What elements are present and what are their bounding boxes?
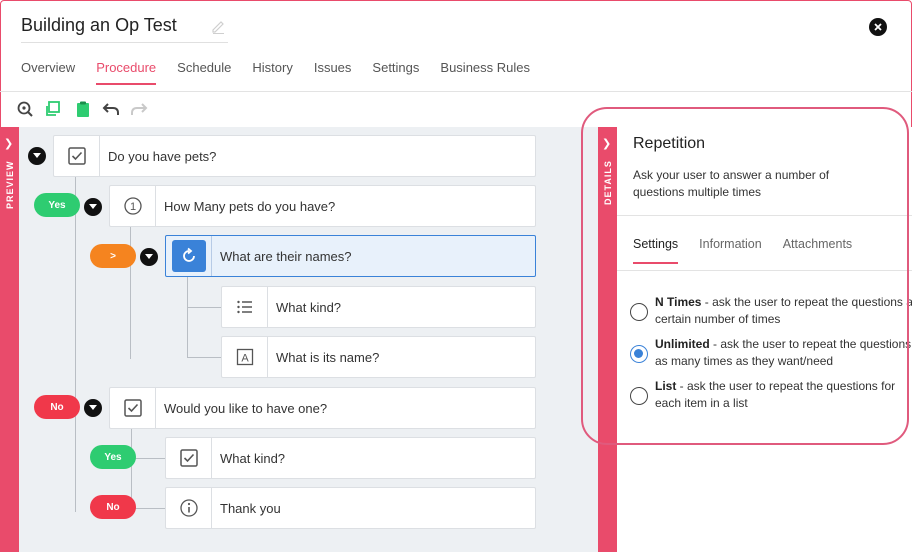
repeat-icon [166, 236, 212, 276]
question-node[interactable]: What kind? [221, 286, 536, 328]
question-label: What kind? [276, 300, 342, 315]
repetition-node[interactable]: What are their names? [165, 235, 536, 277]
details-tabs: Settings Information Attachments [633, 237, 873, 264]
question-label: What are their names? [220, 249, 352, 264]
branch-no-pill[interactable]: No [90, 495, 136, 519]
branch-label: Yes [48, 199, 66, 211]
info-icon [166, 488, 212, 528]
option-name: N Times [655, 295, 702, 309]
tab-history[interactable]: History [252, 60, 292, 85]
option-name: List [655, 379, 677, 393]
number-icon: 1 [110, 186, 156, 226]
collapse-toggle[interactable] [28, 147, 46, 165]
option-description: - ask the user to repeat the questions f… [655, 379, 896, 410]
branch-label: > [110, 250, 116, 262]
collapse-toggle[interactable] [84, 198, 102, 216]
branch-yes-pill[interactable]: Yes [34, 193, 80, 217]
option-name: Unlimited [655, 337, 710, 351]
details-panel: Repetition Ask your user to answer a num… [617, 127, 912, 552]
header: Building an Op Test Overview Procedure S… [0, 0, 912, 92]
question-label: Do you have pets? [108, 149, 217, 164]
page-title[interactable]: Building an Op Test [21, 15, 177, 36]
zoom-reset-icon[interactable] [16, 100, 34, 118]
question-node[interactable]: Would you like to have one? [109, 387, 536, 429]
radio-list[interactable] [630, 387, 648, 405]
tab-details-information[interactable]: Information [699, 237, 762, 264]
question-label: How Many pets do you have? [164, 199, 336, 214]
option-text: N Times - ask the user to repeat the que… [655, 294, 912, 328]
svg-text:A: A [241, 353, 249, 365]
checkbox-icon [54, 136, 100, 176]
main-tabs: Overview Procedure Schedule History Issu… [21, 60, 551, 85]
question-node[interactable]: A What is its name? [221, 336, 536, 378]
question-label: What kind? [220, 451, 286, 466]
divider [617, 215, 912, 216]
tab-overview[interactable]: Overview [21, 60, 75, 85]
tab-procedure[interactable]: Procedure [96, 60, 156, 85]
details-toggle[interactable]: ❯ DETAILS [598, 127, 617, 552]
toolbar [0, 92, 912, 127]
connector-line [187, 277, 188, 358]
connector-line [187, 307, 221, 308]
divider [617, 270, 912, 271]
preview-toggle[interactable]: ❯ PREVIEW [0, 127, 19, 552]
branch-label: No [106, 501, 120, 513]
question-node[interactable]: 1 How Many pets do you have? [109, 185, 536, 227]
tab-settings[interactable]: Settings [372, 60, 419, 85]
preview-label: PREVIEW [5, 160, 15, 209]
connector-line [75, 176, 76, 512]
branch-no-pill[interactable]: No [34, 395, 80, 419]
text-field-icon: A [222, 337, 268, 377]
title-underline [21, 42, 228, 43]
question-label: Would you like to have one? [164, 401, 328, 416]
tab-details-attachments[interactable]: Attachments [783, 237, 852, 264]
branch-next-pill[interactable]: > [90, 244, 136, 268]
option-text: Unlimited - ask the user to repeat the q… [655, 336, 912, 370]
collapse-toggle[interactable] [140, 248, 158, 266]
clipboard-icon[interactable] [74, 100, 92, 118]
branch-label: No [50, 401, 64, 413]
statement-node[interactable]: Thank you [165, 487, 536, 529]
svg-text:1: 1 [129, 201, 135, 213]
radio-n-times[interactable] [630, 303, 648, 321]
undo-icon[interactable] [102, 100, 120, 118]
pencil-icon[interactable] [210, 18, 226, 34]
statement-label: Thank you [220, 501, 281, 516]
checkbox-icon [110, 388, 156, 428]
close-icon [874, 23, 882, 31]
close-button[interactable] [869, 18, 887, 36]
option-text: List - ask the user to repeat the questi… [655, 378, 912, 412]
branch-label: Yes [104, 451, 122, 463]
question-node[interactable]: What kind? [165, 437, 536, 479]
chevron-right-icon: ❯ [4, 138, 14, 150]
chevron-right-icon: ❯ [602, 138, 612, 150]
branch-yes-pill[interactable]: Yes [90, 445, 136, 469]
details-label: DETAILS [603, 160, 613, 205]
tab-details-settings[interactable]: Settings [633, 237, 679, 264]
connector-line [187, 357, 221, 358]
tab-issues[interactable]: Issues [314, 60, 352, 85]
radio-unlimited[interactable] [630, 345, 648, 363]
question-node[interactable]: Do you have pets? [53, 135, 536, 177]
collapse-toggle[interactable] [84, 399, 102, 417]
tab-business-rules[interactable]: Business Rules [440, 60, 530, 85]
tab-schedule[interactable]: Schedule [177, 60, 231, 85]
copy-icon[interactable] [44, 100, 62, 118]
redo-icon[interactable] [130, 100, 148, 118]
connector-line [131, 428, 132, 508]
list-icon [222, 287, 268, 327]
checkbox-icon [166, 438, 212, 478]
question-label: What is its name? [276, 350, 380, 365]
details-title: Repetition [633, 135, 706, 152]
details-description: Ask your user to answer a number of ques… [633, 168, 830, 199]
